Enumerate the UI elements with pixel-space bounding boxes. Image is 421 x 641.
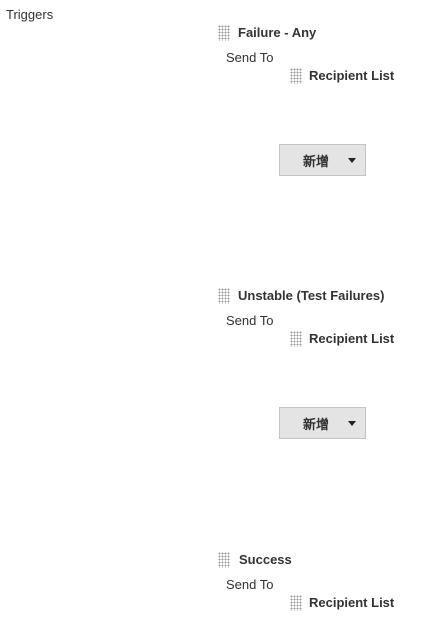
drag-handle-icon[interactable] — [290, 331, 302, 347]
add-button-label: 新增 — [303, 153, 330, 169]
caret-down-icon — [348, 158, 356, 163]
drag-handle-icon[interactable] — [218, 25, 230, 41]
recipient-list-item: Recipient List — [309, 595, 395, 610]
send-to-label: Send To — [226, 577, 274, 592]
trigger-title: Unstable (Test Failures) — [238, 288, 385, 303]
add-recipient-button[interactable]: 新增 — [279, 407, 366, 439]
recipient-list-item: Recipient List — [309, 68, 395, 83]
trigger-title: Success — [239, 552, 292, 567]
send-to-label: Send To — [226, 313, 274, 328]
drag-handle-icon[interactable] — [218, 552, 230, 568]
recipient-list-item: Recipient List — [309, 331, 395, 346]
caret-down-icon — [348, 421, 356, 426]
trigger-title: Failure - Any — [238, 25, 317, 40]
send-to-label: Send To — [226, 50, 274, 65]
add-button-label: 新增 — [303, 416, 330, 432]
triggers-section-label: Triggers — [6, 7, 54, 22]
drag-handle-icon[interactable] — [218, 288, 230, 304]
add-recipient-button[interactable]: 新增 — [279, 144, 366, 176]
drag-handle-icon[interactable] — [290, 68, 302, 84]
drag-handle-icon[interactable] — [290, 595, 302, 611]
